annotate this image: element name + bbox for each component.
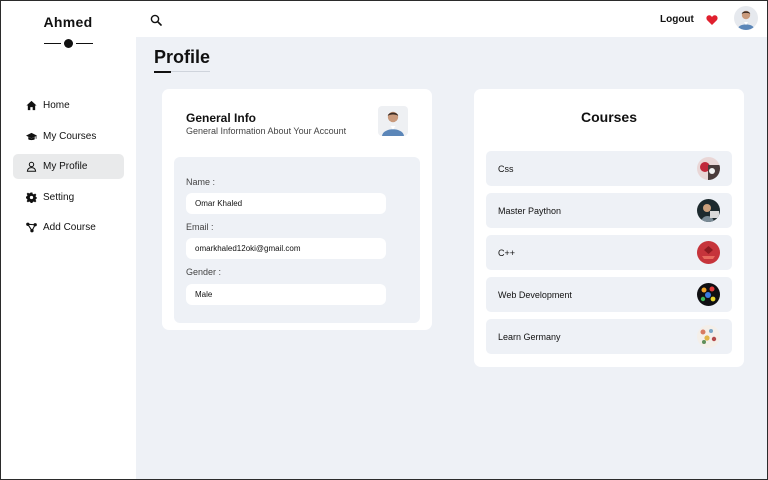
heart-icon[interactable]	[706, 13, 718, 25]
title-underline	[154, 71, 210, 73]
general-info-subtitle: General Information About Your Account	[186, 126, 347, 136]
sidebar: Ahmed Home My Courses My Profile Setting…	[0, 0, 136, 480]
general-info-fields: Name : Omar Khaled Email : omarkhaled12o…	[174, 157, 420, 323]
email-field[interactable]: omarkhaled12oki@gmail.com	[186, 238, 386, 259]
profile-avatar	[378, 106, 408, 136]
course-item-css[interactable]: Css	[486, 151, 732, 186]
course-item-web-development[interactable]: Web Development	[486, 277, 732, 312]
sidebar-item-my-profile[interactable]: My Profile	[13, 154, 124, 179]
search-icon[interactable]	[150, 13, 162, 26]
sidebar-item-setting[interactable]: Setting	[13, 185, 124, 210]
share-nodes-icon	[25, 222, 37, 234]
course-name: Master Paython	[498, 205, 562, 216]
course-thumbnail	[697, 199, 720, 222]
course-item-learn-germany[interactable]: Learn Germany	[486, 319, 732, 354]
course-thumbnail	[697, 325, 720, 348]
sidebar-item-label: My Courses	[43, 130, 97, 142]
course-name: C++	[498, 247, 516, 258]
home-icon	[25, 100, 37, 112]
sidebar-item-home[interactable]: Home	[13, 93, 124, 118]
avatar[interactable]	[734, 6, 758, 30]
page-title: Profile	[154, 47, 211, 67]
sidebar-item-label: My Profile	[43, 161, 88, 172]
sidebar-item-add-course[interactable]: Add Course	[13, 215, 124, 240]
general-info-card: General Info General Information About Y…	[162, 89, 432, 330]
sidebar-item-label: Setting	[43, 191, 75, 203]
brand-divider	[44, 39, 93, 48]
graduation-cap-icon	[25, 130, 37, 142]
course-item-cpp[interactable]: C++	[486, 235, 732, 270]
courses-title: Courses	[580, 109, 638, 125]
course-thumbnail	[697, 283, 720, 306]
gender-label: Gender :	[186, 267, 222, 277]
sidebar-nav: Home My Courses My Profile Setting Add C…	[13, 93, 124, 246]
name-field[interactable]: Omar Khaled	[186, 193, 386, 214]
course-name: Css	[498, 163, 514, 174]
sidebar-item-my-courses[interactable]: My Courses	[13, 124, 124, 149]
brand-name: Ahmed	[43, 14, 93, 30]
top-bar: Logout	[136, 0, 768, 37]
name-label: Name :	[186, 177, 216, 187]
general-info-title: General Info	[186, 111, 257, 125]
gear-icon	[25, 191, 37, 203]
gender-field[interactable]: Male	[186, 284, 386, 305]
user-icon	[25, 161, 37, 173]
sidebar-item-label: Add Course	[43, 222, 96, 233]
course-thumbnail	[697, 157, 720, 180]
course-item-master-paython[interactable]: Master Paython	[486, 193, 732, 228]
course-name: Web Development	[498, 289, 572, 300]
course-thumbnail	[697, 241, 720, 264]
courses-card: Courses Css Master Paython C++ Web Devel…	[474, 89, 744, 367]
sidebar-item-label: Home	[43, 100, 70, 111]
logout-button[interactable]: Logout	[660, 14, 694, 25]
email-label: Email :	[186, 222, 214, 232]
course-name: Learn Germany	[498, 331, 561, 342]
